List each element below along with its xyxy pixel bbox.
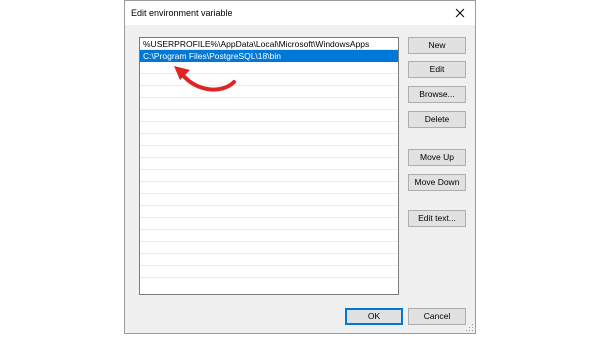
list-item-empty[interactable] bbox=[140, 146, 398, 158]
close-button[interactable] bbox=[445, 1, 475, 25]
list-item-empty[interactable] bbox=[140, 110, 398, 122]
move-down-button[interactable]: Move Down bbox=[408, 174, 466, 191]
list-item-empty[interactable] bbox=[140, 122, 398, 134]
list-item-empty[interactable] bbox=[140, 194, 398, 206]
edit-text-button[interactable]: Edit text... bbox=[408, 210, 466, 227]
ok-button[interactable]: OK bbox=[345, 308, 403, 325]
list-item-empty[interactable] bbox=[140, 206, 398, 218]
browse-button[interactable]: Browse... bbox=[408, 86, 466, 103]
move-up-button[interactable]: Move Up bbox=[408, 149, 466, 166]
list-item-text: %USERPROFILE%\AppData\Local\Microsoft\Wi… bbox=[143, 39, 370, 49]
list-item-empty[interactable] bbox=[140, 170, 398, 182]
list-item[interactable]: %USERPROFILE%\AppData\Local\Microsoft\Wi… bbox=[140, 38, 398, 50]
close-icon bbox=[455, 8, 465, 18]
edit-environment-variable-dialog: Edit environment variable %USERPROFILE%\… bbox=[124, 0, 476, 334]
list-item-empty[interactable] bbox=[140, 218, 398, 230]
window-title: Edit environment variable bbox=[131, 8, 233, 18]
list-item-empty[interactable] bbox=[140, 266, 398, 278]
delete-button[interactable]: Delete bbox=[408, 111, 466, 128]
curved-arrow-icon bbox=[174, 66, 236, 92]
new-button[interactable]: New bbox=[408, 37, 466, 54]
edit-button[interactable]: Edit bbox=[408, 61, 466, 78]
list-item-empty[interactable] bbox=[140, 230, 398, 242]
title-bar: Edit environment variable bbox=[125, 1, 475, 25]
list-item-empty[interactable] bbox=[140, 254, 398, 266]
list-item-empty[interactable] bbox=[140, 134, 398, 146]
resize-grip-icon[interactable] bbox=[466, 324, 474, 332]
list-item-empty[interactable] bbox=[140, 158, 398, 170]
list-item-empty[interactable] bbox=[140, 242, 398, 254]
cancel-button[interactable]: Cancel bbox=[408, 308, 466, 325]
list-item-empty[interactable] bbox=[140, 182, 398, 194]
